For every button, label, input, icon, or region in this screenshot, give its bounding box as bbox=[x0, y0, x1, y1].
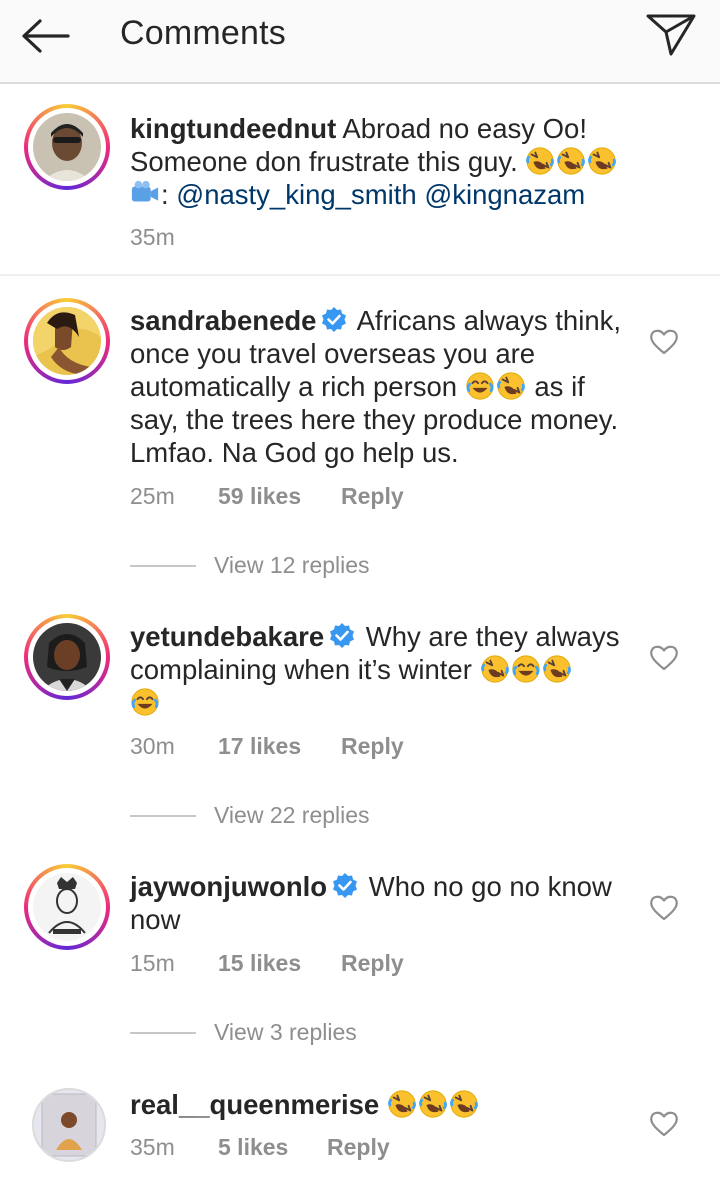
like-heart-icon[interactable] bbox=[648, 1108, 680, 1138]
comment-item: jaywonjuwonlo Who no go no know now 15m … bbox=[0, 864, 720, 1054]
comment-text: jaywonjuwonlo Who no go no know now bbox=[130, 870, 640, 936]
avatar[interactable] bbox=[24, 614, 110, 700]
reply-button[interactable]: Reply bbox=[341, 948, 404, 978]
caption-text: kingtundeednut Abroad no easy Oo! Someon… bbox=[130, 112, 640, 211]
back-arrow-icon[interactable] bbox=[16, 14, 76, 58]
comment-item: sandrabenede Africans always think, once… bbox=[0, 298, 720, 588]
verified-badge-icon bbox=[320, 306, 348, 334]
comment-username[interactable]: jaywonjuwonlo bbox=[130, 871, 327, 902]
like-heart-icon[interactable] bbox=[648, 642, 680, 672]
like-heart-icon[interactable] bbox=[648, 326, 680, 356]
comment-username[interactable]: real__queenmerise bbox=[130, 1089, 379, 1120]
rofl-emoji-icon bbox=[480, 654, 510, 684]
video-camera-emoji-icon bbox=[131, 180, 159, 202]
caption-username[interactable]: kingtundeednut bbox=[130, 113, 336, 144]
video-prefix: : bbox=[161, 179, 169, 210]
caption: kingtundeednut Abroad no easy Oo! Someon… bbox=[0, 104, 720, 254]
joy-emoji-icon bbox=[465, 371, 495, 401]
avatar[interactable] bbox=[24, 864, 110, 950]
timestamp: 25m bbox=[130, 483, 175, 509]
timestamp: 35m bbox=[130, 1134, 175, 1160]
reply-button[interactable]: Reply bbox=[341, 481, 404, 511]
comment-text: sandrabenede Africans always think, once… bbox=[130, 304, 640, 469]
avatar[interactable] bbox=[24, 104, 110, 190]
verified-badge-icon bbox=[328, 622, 356, 650]
verified-badge-icon bbox=[331, 872, 359, 900]
replies-line bbox=[130, 565, 196, 567]
rofl-emoji-icon bbox=[556, 146, 586, 176]
avatar[interactable] bbox=[24, 298, 110, 384]
replies-line bbox=[130, 1032, 196, 1034]
page-title: Comments bbox=[120, 14, 286, 52]
timestamp: 35m bbox=[130, 224, 175, 250]
rofl-emoji-icon bbox=[496, 371, 526, 401]
reply-button[interactable]: Reply bbox=[341, 731, 404, 761]
rofl-emoji-icon bbox=[542, 654, 572, 684]
view-replies-label: View 22 replies bbox=[214, 802, 370, 828]
view-replies-label: View 3 replies bbox=[214, 1019, 357, 1045]
reply-button[interactable]: Reply bbox=[327, 1132, 390, 1162]
likes-count[interactable]: 15 likes bbox=[218, 948, 301, 978]
likes-count[interactable]: 59 likes bbox=[218, 481, 301, 511]
avatar[interactable] bbox=[32, 1088, 106, 1162]
paper-plane-icon[interactable] bbox=[644, 10, 698, 58]
timestamp: 15m bbox=[130, 950, 175, 976]
rofl-emoji-icon bbox=[418, 1089, 448, 1119]
likes-count[interactable]: 17 likes bbox=[218, 731, 301, 761]
comment-text: real__queenmerise bbox=[130, 1088, 640, 1121]
divider bbox=[0, 274, 720, 276]
like-heart-icon[interactable] bbox=[648, 892, 680, 922]
comment-item: yetundebakare Why are they always compla… bbox=[0, 614, 720, 834]
comment-text: yetundebakare Why are they always compla… bbox=[130, 620, 640, 719]
rofl-emoji-icon bbox=[525, 146, 555, 176]
comment-username[interactable]: yetundebakare bbox=[130, 621, 324, 652]
mention-link[interactable]: @nasty_king_smith bbox=[176, 179, 416, 210]
mention-link[interactable]: @kingnazam bbox=[424, 179, 585, 210]
rofl-emoji-icon bbox=[449, 1089, 479, 1119]
comment-item: real__queenmerise 35m 5 likes Reply bbox=[0, 1088, 720, 1178]
likes-count[interactable]: 5 likes bbox=[218, 1132, 288, 1162]
top-bar: Comments bbox=[0, 0, 720, 84]
comment-username[interactable]: sandrabenede bbox=[130, 305, 316, 336]
rofl-emoji-icon bbox=[387, 1089, 417, 1119]
replies-line bbox=[130, 815, 196, 817]
rofl-emoji-icon bbox=[587, 146, 617, 176]
timestamp: 30m bbox=[130, 733, 175, 759]
joy-emoji-icon bbox=[130, 687, 160, 717]
joy-emoji-icon bbox=[511, 654, 541, 684]
view-replies-label: View 12 replies bbox=[214, 552, 370, 578]
